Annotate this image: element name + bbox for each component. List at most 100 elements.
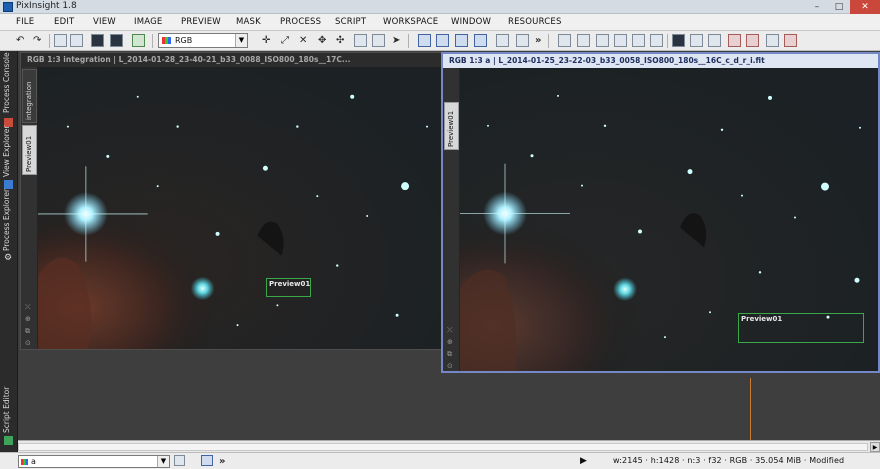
pan-icon[interactable]: ✣	[336, 34, 344, 47]
pixinsight-logo-icon	[3, 2, 13, 12]
show-mask-icon[interactable]	[455, 34, 468, 47]
workspace2-icon[interactable]	[577, 34, 590, 47]
image-window-title[interactable]: RGB 1:3 integration | L_2014-01-28_23-40…	[21, 53, 441, 67]
menu-image[interactable]: IMAGE	[134, 17, 162, 27]
zoom-icon[interactable]: ⊕	[25, 315, 31, 323]
export-icon[interactable]	[708, 34, 721, 47]
monitor-icon[interactable]	[690, 34, 703, 47]
tab-label: Preview01	[25, 135, 33, 172]
settings-icon[interactable]	[784, 34, 797, 47]
workspace4-icon[interactable]	[614, 34, 627, 47]
sidebar-tab-view-explorer[interactable]: View Explorer	[0, 126, 18, 193]
sidebar-tab-label: Process Console	[2, 52, 11, 113]
mask-icon[interactable]	[418, 34, 431, 47]
workspace1-icon[interactable]	[558, 34, 571, 47]
scroll-right-icon[interactable]: ▶	[870, 442, 880, 452]
zoom-fit-icon[interactable]: ⤢	[281, 34, 289, 47]
minimize-button[interactable]: –	[806, 0, 828, 14]
window-icon[interactable]: ⧉	[447, 350, 452, 359]
chevron-down-icon[interactable]: ▼	[235, 34, 247, 47]
image-window-title[interactable]: RGB 1:3 a | L_2014-01-25_23-22-03_b33_00…	[443, 54, 878, 68]
window-controls: – □ ✕	[806, 0, 880, 14]
duplicate-image-icon[interactable]	[70, 34, 83, 47]
zoom-in-icon[interactable]: ✥	[318, 34, 326, 47]
image-window-integration[interactable]: RGB 1:3 integration | L_2014-01-28_23-40…	[20, 52, 442, 350]
channel-view-icon[interactable]	[91, 34, 104, 47]
sidebar-tab-process-console[interactable]: Process Console	[0, 52, 18, 131]
more-icon[interactable]: »	[219, 455, 225, 468]
menu-script[interactable]: SCRIPT	[335, 17, 366, 27]
toolbar-separator	[49, 34, 50, 48]
readout-icon[interactable]	[354, 34, 367, 47]
script-icon[interactable]	[516, 34, 529, 47]
tab-integration[interactable]: integration	[22, 69, 37, 123]
preview-rectangle[interactable]: Preview01	[266, 278, 311, 297]
menu-file[interactable]: FILE	[16, 17, 34, 27]
toolbar-separator	[408, 34, 409, 48]
info-icon[interactable]: ⊙	[25, 339, 31, 347]
maximize-button[interactable]: □	[828, 0, 850, 14]
image-window-a[interactable]: RGB 1:3 a | L_2014-01-25_23-22-03_b33_00…	[441, 52, 880, 373]
tools-icon[interactable]: ⤫	[25, 303, 31, 312]
toolbar-separator	[667, 34, 668, 48]
new-preview-icon[interactable]	[372, 34, 385, 47]
image-canvas[interactable]: Preview01	[460, 68, 878, 371]
menu-window[interactable]: WINDOW	[451, 17, 491, 27]
menu-preview[interactable]: PREVIEW	[181, 17, 221, 27]
sidebar-tab-process-explorer[interactable]: ⚙ Process Explorer	[0, 189, 18, 267]
rgb-swatch-icon	[162, 37, 171, 44]
close-button[interactable]: ✕	[850, 0, 880, 14]
horizontal-scrollbar[interactable]: ▶	[18, 440, 880, 452]
view-swatch-icon	[21, 459, 28, 465]
tab-preview01[interactable]: Preview01	[444, 102, 459, 150]
menu-view[interactable]: VIEW	[93, 17, 116, 27]
tab-preview01[interactable]: Preview01	[22, 125, 37, 175]
cursor-icon[interactable]: ➤	[392, 34, 400, 47]
view-options-icon[interactable]	[174, 455, 185, 466]
play-icon[interactable]: ▶	[580, 456, 587, 466]
menu-process[interactable]: PROCESS	[280, 17, 321, 27]
zoom-out-icon[interactable]: ✕	[299, 34, 307, 47]
download-icon[interactable]	[766, 34, 779, 47]
close-all-icon[interactable]	[728, 34, 741, 47]
menu-bar: FILE EDIT VIEW IMAGE PREVIEW MASK PROCES…	[0, 14, 880, 31]
preview-label: Preview01	[741, 315, 783, 323]
display-channels-icon[interactable]	[110, 34, 123, 47]
menu-mask[interactable]: MASK	[236, 17, 261, 27]
image-window-tabs: integration Preview01 ⤫ ⊕ ⧉ ⊙	[21, 67, 38, 349]
enable-mask-icon[interactable]	[474, 34, 487, 47]
info-icon[interactable]: ⊙	[447, 362, 453, 370]
script-editor-icon	[4, 436, 13, 445]
new-image-icon[interactable]	[54, 34, 67, 47]
sidebar-tab-script-editor[interactable]: Script Editor	[0, 387, 18, 449]
tools-icon[interactable]: ⤫	[447, 326, 453, 335]
menu-edit[interactable]: EDIT	[54, 17, 74, 27]
view-select[interactable]: a ▼	[18, 455, 170, 468]
invert-mask-icon[interactable]	[436, 34, 449, 47]
stf-icon[interactable]	[132, 34, 145, 47]
undo-icon[interactable]: ↶	[16, 34, 24, 47]
scrollbar-track[interactable]	[18, 443, 868, 451]
window-icon[interactable]: ⧉	[25, 327, 30, 336]
channel-select[interactable]: RGB ▼	[158, 33, 248, 48]
zoom-icon[interactable]: ⊕	[447, 338, 453, 346]
left-sidebar: Process Console View Explorer ⚙ Process …	[0, 51, 18, 452]
preview-rectangle[interactable]: Preview01	[738, 313, 864, 343]
workspace3-icon[interactable]	[596, 34, 609, 47]
close-image-icon[interactable]	[746, 34, 759, 47]
crosshair-icon[interactable]: ✛	[262, 34, 270, 47]
image-view-icon[interactable]	[201, 455, 213, 466]
status-bar: a ▼ » ▶ w:2145 · h:1428 · n:3 · f32 · RG…	[0, 452, 880, 469]
image-window-tabs: Preview01 ⤫ ⊕ ⧉ ⊙	[443, 68, 460, 371]
screen-icon[interactable]	[672, 34, 685, 47]
process-icon[interactable]	[496, 34, 509, 47]
more-tools-icon[interactable]: »	[535, 34, 541, 47]
channel-select-value: RGB	[175, 36, 193, 45]
workspace6-icon[interactable]	[650, 34, 663, 47]
image-canvas[interactable]: Preview01	[38, 67, 441, 349]
workspace5-icon[interactable]	[632, 34, 645, 47]
chevron-down-icon[interactable]: ▼	[157, 456, 169, 467]
menu-workspace[interactable]: WORKSPACE	[383, 17, 438, 27]
menu-resources[interactable]: RESOURCES	[508, 17, 562, 27]
redo-icon[interactable]: ↷	[33, 34, 41, 47]
